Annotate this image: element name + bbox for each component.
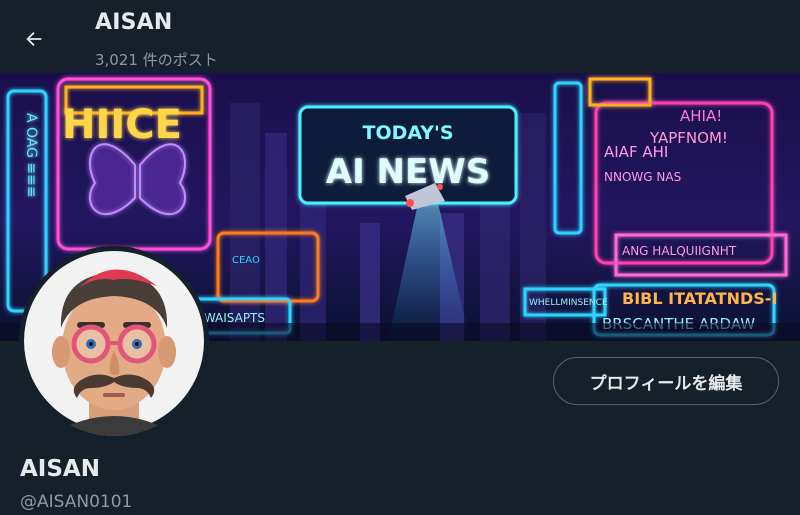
svg-text:ᕼIICE: ᕼIICE bbox=[62, 102, 182, 148]
profile-avatar[interactable] bbox=[19, 246, 209, 436]
svg-text:BIBL ITATATNDS-I: BIBL ITATATNDS-I bbox=[622, 289, 777, 308]
svg-text:WHELLMINSENCE: WHELLMINSENCE bbox=[529, 298, 608, 308]
banner-headline-top: TODAY'S bbox=[362, 122, 453, 144]
post-count: 3,021 件のポスト bbox=[95, 51, 218, 69]
svg-text:CEAO: CEAO bbox=[232, 255, 260, 266]
arrow-left-icon bbox=[26, 31, 42, 47]
svg-text:A OAG ≡≡≡: A OAG ≡≡≡ bbox=[23, 113, 39, 198]
profile-name: AISAN bbox=[20, 456, 100, 482]
svg-text:ANG HALQUIIGNHT: ANG HALQUIIGNHT bbox=[622, 244, 737, 258]
profile-page: AISAN 3,021 件のポスト ᕼIICE A OAG ≡≡≡ CEAO B… bbox=[0, 0, 800, 515]
svg-text:AIAF AHI: AIAF AHI bbox=[604, 143, 668, 161]
banner-headline-main: AI NEWS bbox=[326, 152, 490, 192]
edit-profile-button[interactable]: プロフィールを編集 bbox=[553, 357, 779, 405]
svg-text:AHIA!: AHIA! bbox=[680, 107, 722, 125]
back-button[interactable] bbox=[14, 19, 54, 59]
profile-header: AISAN 3,021 件のポスト bbox=[0, 0, 800, 73]
profile-handle: @AISAN0101 bbox=[20, 492, 133, 512]
svg-text:NNOWG NAS: NNOWG NAS bbox=[604, 170, 681, 184]
avatar-image bbox=[19, 246, 209, 436]
header-title: AISAN bbox=[95, 10, 173, 35]
